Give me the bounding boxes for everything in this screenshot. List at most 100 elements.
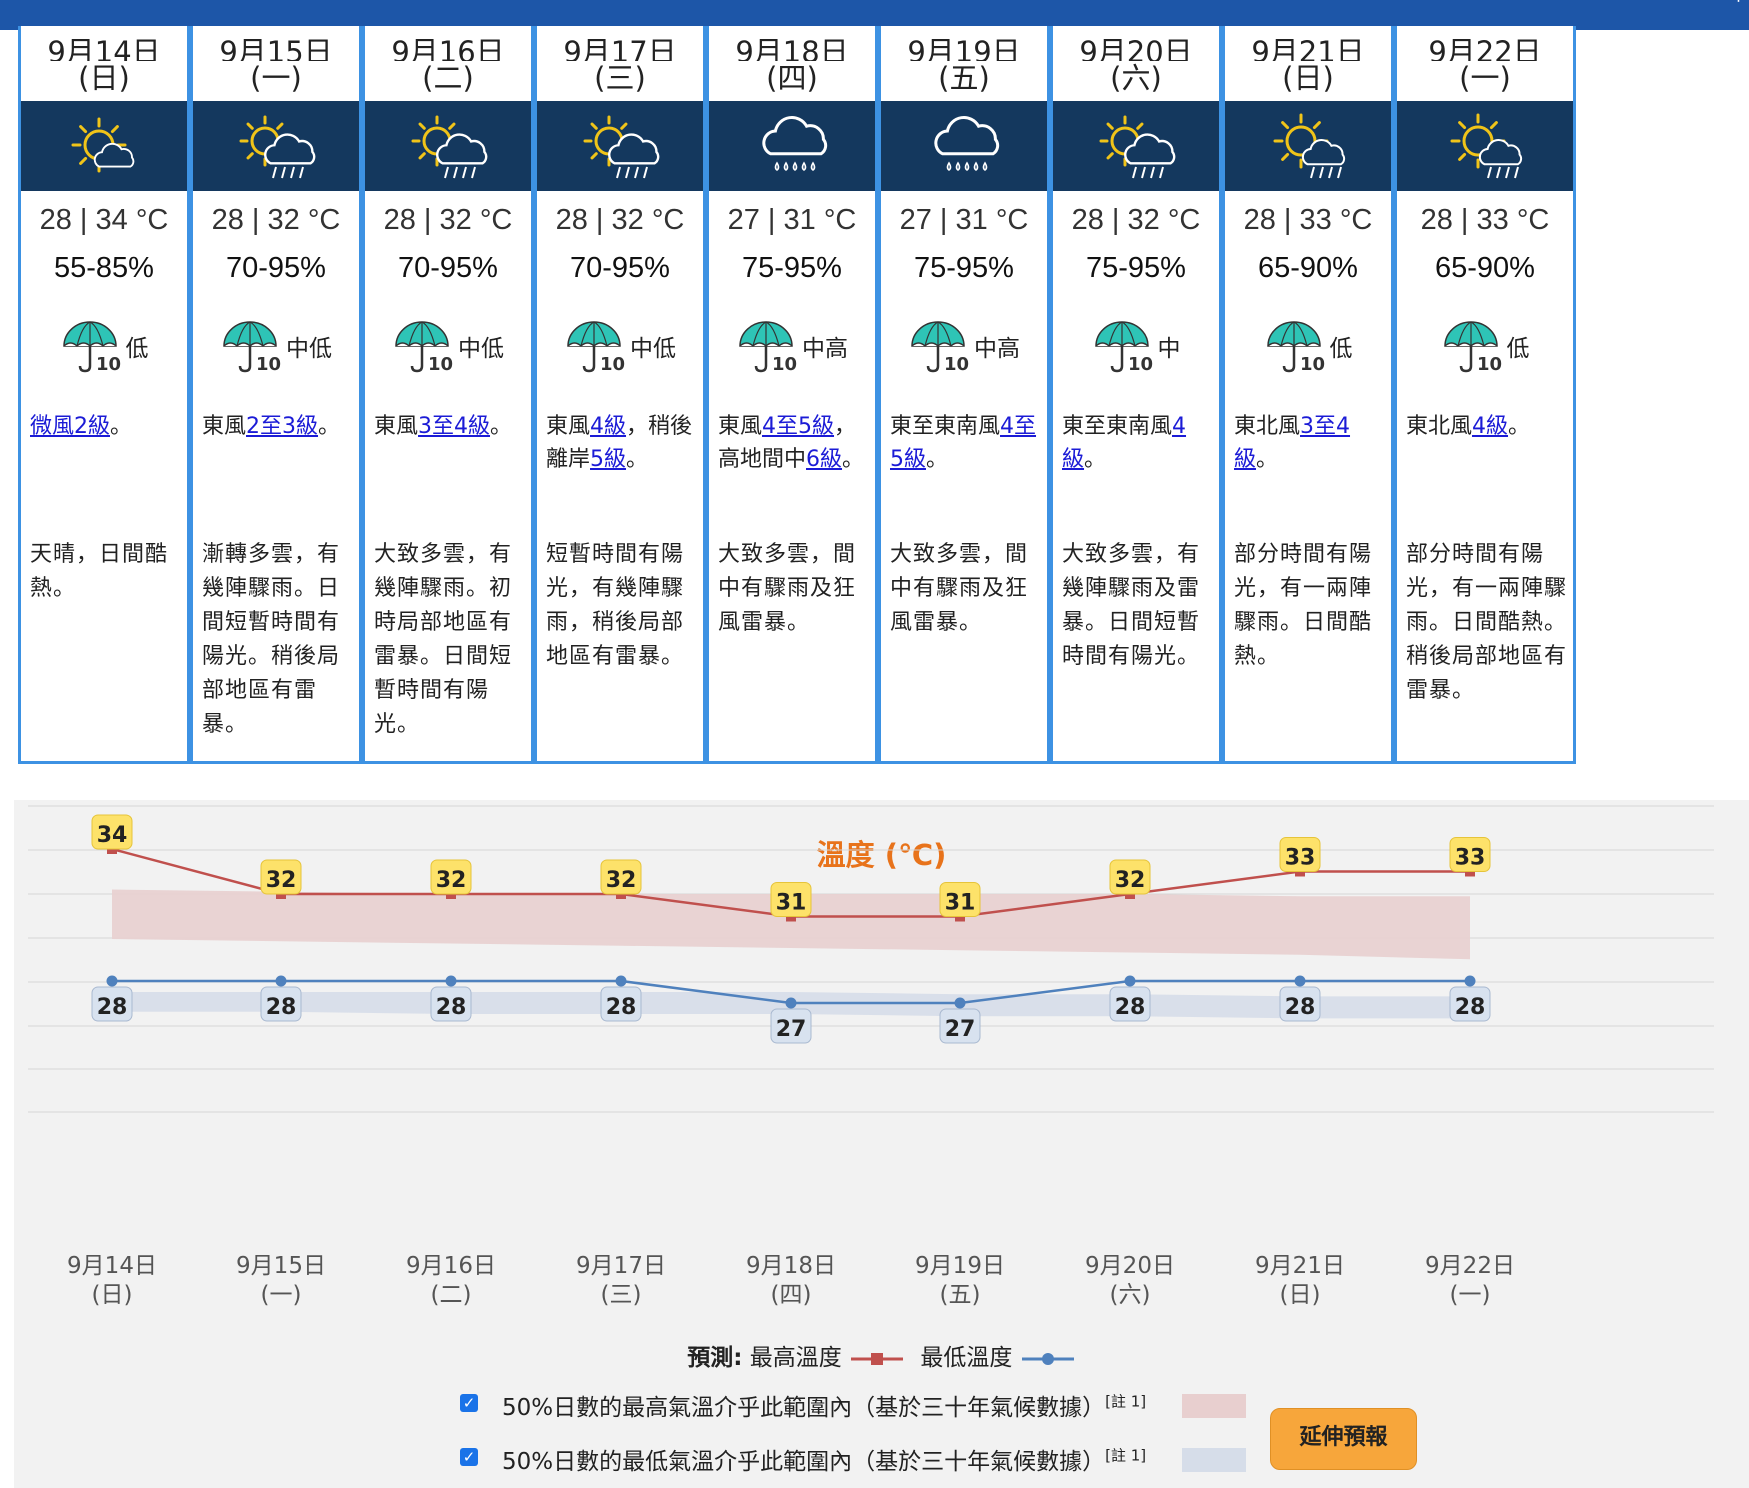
date-label: 9月18日 — [735, 35, 849, 61]
forecast-date: 9月22日 (一) — [1397, 26, 1573, 98]
weather-icon-band — [709, 101, 875, 191]
weather-icon-band — [1053, 101, 1219, 191]
wind-forecast: 東風4至5級，高地間中6級。 — [718, 410, 869, 476]
wind-forecast: 東北風4級。 — [1406, 410, 1567, 443]
day-card: 9月15日 (一) 28 | 32 °C 70-95% 10 中低 東風2至3級… — [190, 26, 362, 764]
rain-probability: 10 中 — [1053, 318, 1219, 378]
climo-min-toggle[interactable]: ✓ 50%日數的最低氣溫介乎此範圍內（基於三十年氣候數據）[註 1] — [460, 1442, 1260, 1476]
wind-force-link[interactable]: 4至5級 — [762, 414, 834, 439]
wind-text: 。 — [1084, 447, 1107, 472]
forecast-date: 9月17日 (三) — [537, 26, 703, 98]
svg-text:10: 10 — [256, 354, 281, 374]
wind-forecast: 東北風3至4級。 — [1234, 410, 1385, 476]
rain-probability: 10 中低 — [193, 318, 359, 378]
corner-mark: ' — [1736, 0, 1741, 15]
rain-probability: 10 中高 — [709, 318, 875, 378]
min-temp-point — [615, 975, 627, 987]
rain-probability: 10 中低 — [365, 318, 531, 378]
psr-label: 中低 — [458, 336, 504, 362]
weekday-label: (六) — [1110, 61, 1162, 95]
psr-label: 中低 — [286, 336, 332, 362]
heavy-showers-icon — [934, 116, 1000, 171]
wind-force-link[interactable]: 2至3級 — [246, 414, 318, 439]
wind-text: 東風 — [202, 414, 247, 439]
psr-label: 中 — [1157, 336, 1181, 362]
min-temp-label: 27 — [776, 1017, 807, 1042]
note-1-link[interactable]: [註 1] — [1105, 1446, 1146, 1464]
wind-forecast: 微風2級。 — [30, 410, 181, 443]
wind-force-link[interactable]: 4級 — [590, 414, 626, 439]
x-axis-tick-label: 9月22日 (一) — [1425, 1253, 1515, 1308]
wind-force-link[interactable]: 5級 — [590, 447, 626, 472]
wind-forecast: 東至東南風4級。 — [1062, 410, 1213, 476]
temperature-range: 28 | 32 °C — [555, 204, 685, 236]
wind-text: 東至東南風 — [1062, 414, 1173, 439]
wind-text: 。 — [926, 447, 949, 472]
wind-force-link[interactable]: 4級 — [1472, 414, 1508, 439]
max-temp-label: 31 — [776, 891, 807, 916]
date-label: 9月14日 — [47, 35, 161, 61]
x-axis-tick-label: 9月19日 (五) — [915, 1253, 1005, 1308]
max-temp-label: 33 — [1455, 846, 1486, 871]
psr-label: 中低 — [630, 336, 676, 362]
humidity-range: 75-95% — [1086, 252, 1186, 284]
weather-icon-band — [537, 101, 703, 191]
min-temp-label: 28 — [606, 995, 637, 1020]
day-card: 9月16日 (二) 28 | 32 °C 70-95% 10 中低 東風3至4級… — [362, 26, 534, 764]
date-label: 9月19日 — [907, 35, 1021, 61]
legend-max-label[interactable]: 最高溫度 — [750, 1345, 842, 1371]
checkbox-checked-icon[interactable]: ✓ — [460, 1448, 478, 1466]
x-axis-tick-label: 9月20日 (六) — [1085, 1253, 1175, 1308]
wind-text: 。 — [318, 414, 341, 439]
umbrella-psr-icon: 10 — [1443, 321, 1502, 374]
min-temp-point — [954, 997, 966, 1009]
min-temp-point — [1294, 975, 1306, 987]
wind-force-link[interactable]: 3至4級 — [418, 414, 490, 439]
umbrella-psr-icon: 10 — [62, 321, 121, 374]
svg-text:10: 10 — [772, 354, 797, 374]
min-temp-label: 28 — [1285, 995, 1316, 1020]
sunny-periods-with-showers-icon — [411, 115, 488, 179]
forecast-date: 9月20日 (六) — [1053, 26, 1219, 98]
sunny-intervals-with-showers-icon — [1273, 113, 1346, 179]
svg-text:10: 10 — [1128, 354, 1153, 374]
umbrella-psr-icon: 10 — [1094, 321, 1153, 374]
svg-text:10: 10 — [1477, 354, 1502, 374]
temperature-range: 28 | 32 °C — [1071, 204, 1201, 236]
extended-forecast-button[interactable]: 延伸預報 — [1270, 1408, 1417, 1470]
weather-description: 大致多雲，間中有驟雨及狂風雷暴。 — [718, 542, 857, 635]
weekday-label: (一) — [250, 61, 302, 95]
sunny-periods-with-showers-icon — [1099, 115, 1176, 179]
forecast-date: 9月15日 (一) — [193, 26, 359, 98]
climo-min-label: 50%日數的最低氣溫介乎此範圍內（基於三十年氣候數據） — [502, 1449, 1106, 1475]
legend-min-label[interactable]: 最低溫度 — [920, 1345, 1012, 1371]
x-axis-tick-label: 9月17日 (三) — [576, 1253, 666, 1308]
psr-label: 低 — [1329, 336, 1353, 362]
wind-force-link[interactable]: 6級 — [806, 447, 842, 472]
date-label: 9月20日 — [1079, 35, 1193, 61]
forecast-date: 9月19日 (五) — [881, 26, 1047, 98]
note-1-link[interactable]: [註 1] — [1105, 1392, 1146, 1410]
umbrella-psr-icon: 10 — [1266, 321, 1325, 374]
weather-description: 大致多雲，有幾陣驟雨。初時局部地區有雷暴。日間短暫時間有陽光。 — [374, 542, 513, 737]
forecast-date: 9月21日 (日) — [1225, 26, 1391, 98]
wind-text: 東北風 — [1406, 414, 1473, 439]
weather-description: 短暫時間有陽光，有幾陣驟雨，稍後局部地區有雷暴。 — [546, 542, 685, 669]
temperature-range: 28 | 32 °C — [211, 204, 341, 236]
min-temp-point — [445, 975, 457, 987]
psr-label: 中高 — [974, 336, 1020, 362]
climo-max-toggle[interactable]: ✓ 50%日數的最高氣溫介乎此範圍內（基於三十年氣候數據）[註 1] — [460, 1388, 1260, 1422]
min-temp-label: 27 — [945, 1017, 976, 1042]
wind-force-link[interactable]: 微風2級 — [30, 414, 110, 439]
min-temp-label: 28 — [436, 995, 467, 1020]
rain-probability: 10 低 — [1397, 318, 1573, 378]
wind-text: 東北風 — [1234, 414, 1301, 439]
min-temp-point — [785, 997, 797, 1009]
checkbox-checked-icon[interactable]: ✓ — [460, 1394, 478, 1412]
wind-forecast: 東風3至4級。 — [374, 410, 525, 443]
day-card: 9月14日 (日) 28 | 34 °C 55-85% 10 低 微風2級。 天… — [18, 26, 190, 764]
wind-text: 。 — [626, 447, 649, 472]
humidity-range: 75-95% — [914, 252, 1014, 284]
max-temp-label: 32 — [266, 868, 297, 893]
date-label: 9月16日 — [391, 35, 505, 61]
